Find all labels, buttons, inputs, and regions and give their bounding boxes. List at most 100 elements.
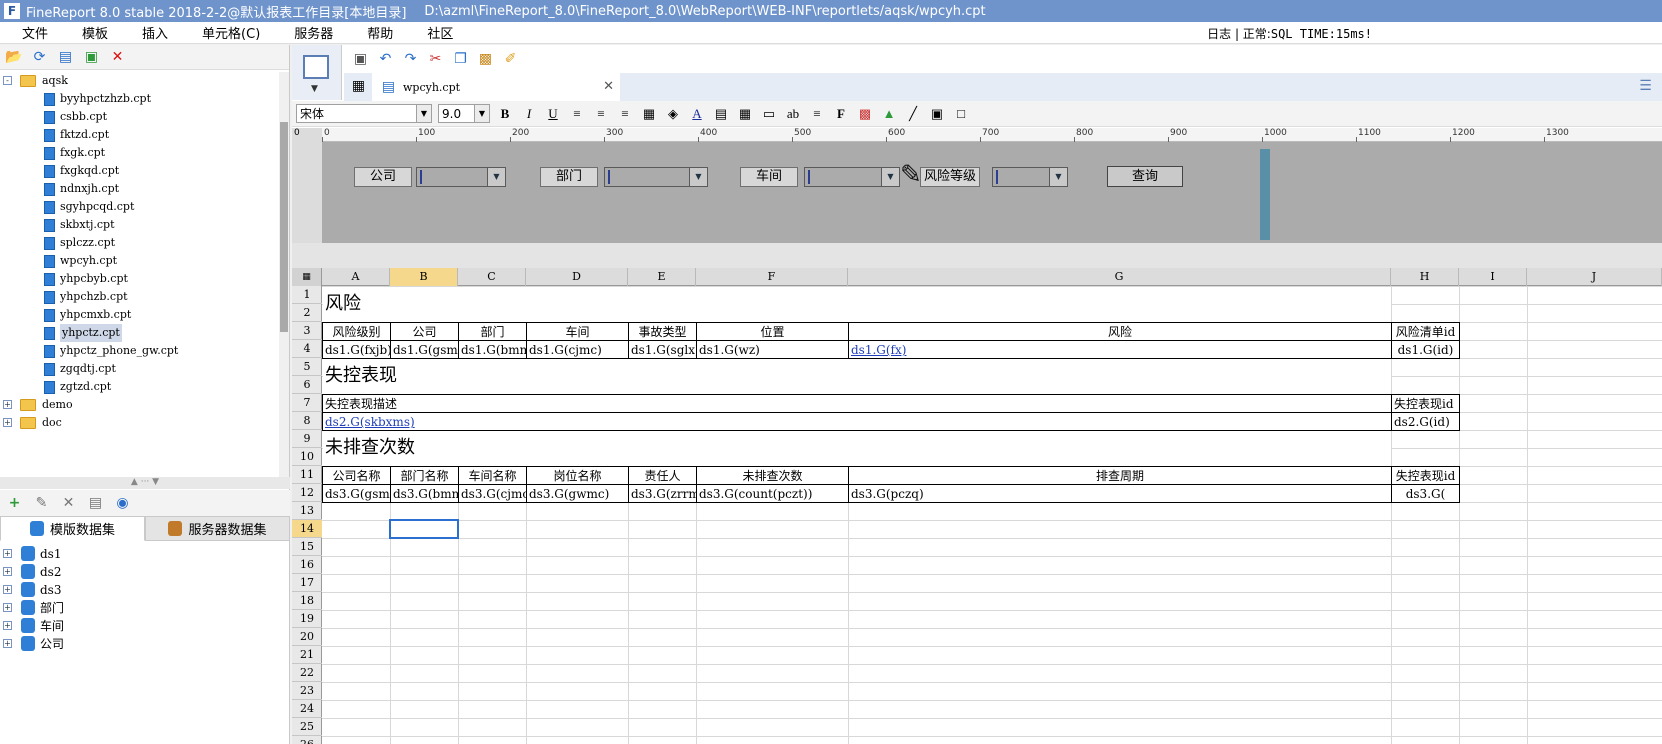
section-title-loss-of-control[interactable]: 失控表现 (323, 359, 1391, 394)
copy-icon[interactable]: ❐ (452, 51, 469, 68)
header-cell[interactable]: 风险清单id (1392, 323, 1459, 340)
menu-insert[interactable]: 插入 (130, 23, 180, 42)
data-cell[interactable]: ds1.G(id) (1392, 341, 1459, 358)
menu-file[interactable]: 文件 (10, 23, 60, 42)
row-header-11[interactable]: 11 (292, 466, 322, 484)
expand-icon[interactable]: + (3, 418, 12, 427)
data-cell[interactable]: ds1.G(cjmc) (527, 341, 628, 358)
merge-cells-icon[interactable]: ▤ (712, 105, 730, 123)
param-combo-company[interactable]: ▼ (416, 167, 506, 187)
pane-splitter[interactable]: ▲ ··· ▼ (0, 477, 290, 489)
data-cell[interactable]: ds1.G(fx) (849, 341, 1391, 358)
parameter-width-handle[interactable] (1260, 149, 1270, 240)
tree-scrollbar[interactable] (279, 72, 289, 477)
tree-folder-doc[interactable]: + doc (0, 414, 278, 432)
row-header-24[interactable]: 24 (292, 700, 322, 718)
row-header-10[interactable]: 10 (292, 448, 322, 466)
tab-wpcyh[interactable]: ▤ wpcyh.cpt ✕ (372, 73, 620, 101)
column-header-E[interactable]: E (628, 268, 696, 286)
data-cell[interactable]: ds1.G(wz) (697, 341, 848, 358)
refresh-icon[interactable]: ⟳ (31, 49, 48, 66)
tree-file[interactable]: sgyhpcqd.cpt (0, 198, 278, 216)
param-label-company[interactable]: 公司 (354, 167, 412, 187)
dataset-item[interactable]: + ds1 (0, 545, 290, 563)
format-brush-icon[interactable]: ✐ (502, 51, 519, 68)
row-header-4[interactable]: 4 (292, 340, 322, 358)
tree-file[interactable]: skbxtj.cpt (0, 216, 278, 234)
param-combo-department[interactable]: ▼ (604, 167, 708, 187)
tree-file[interactable]: fxgk.cpt (0, 144, 278, 162)
tree-file[interactable]: yhpctz.cpt (0, 324, 278, 342)
param-combo-risk-level[interactable]: ▼ (992, 167, 1068, 187)
bold-icon[interactable]: B (496, 105, 514, 123)
row-header-14[interactable]: 14 (292, 520, 322, 538)
formula-icon[interactable]: F (832, 105, 850, 123)
header-cell[interactable]: 失控表现id (1392, 395, 1459, 412)
log-button[interactable]: 日志 (1207, 27, 1231, 41)
delete-icon[interactable]: ✕ (109, 49, 126, 66)
redo-icon[interactable]: ↷ (402, 51, 419, 68)
image-icon[interactable]: ▲ (880, 105, 898, 123)
paste-icon[interactable]: ▩ (477, 51, 494, 68)
dataset-item[interactable]: + ds3 (0, 581, 290, 599)
column-header-I[interactable]: I (1459, 268, 1527, 286)
header-cell[interactable]: 排查周期 (849, 467, 1391, 484)
cut-icon[interactable]: ✂ (427, 51, 444, 68)
row-header-22[interactable]: 22 (292, 664, 322, 682)
grid-icon[interactable]: ▦ (350, 78, 367, 95)
data-cell[interactable]: ds1.G(sglx) (629, 341, 696, 358)
row-header-26[interactable]: 26 (292, 736, 322, 744)
row-header-3[interactable]: 3 (292, 322, 322, 340)
data-cell[interactable]: ds2.G(skbxms) (323, 413, 1391, 430)
header-cell[interactable]: 失控表现id (1392, 467, 1459, 484)
tree-file[interactable]: yhpctz_phone_gw.cpt (0, 342, 278, 360)
data-cell[interactable]: ds3.G(gsmc) (323, 485, 390, 502)
slash-icon[interactable]: ╱ (904, 105, 922, 123)
header-cell[interactable]: 未排查次数 (697, 467, 848, 484)
tree-folder-demo[interactable]: + demo (0, 396, 278, 414)
row-header-16[interactable]: 16 (292, 556, 322, 574)
row-header-21[interactable]: 21 (292, 646, 322, 664)
header-cell[interactable]: 事故类型 (629, 323, 696, 340)
preview-icon[interactable]: ▤ (87, 495, 104, 512)
row-header-23[interactable]: 23 (292, 682, 322, 700)
menu-cell[interactable]: 单元格(C) (190, 23, 272, 42)
row-header-13[interactable]: 13 (292, 502, 322, 520)
hidden-widget-icon[interactable]: ✎ (900, 160, 922, 190)
tree-file[interactable]: yhpcmxb.cpt (0, 306, 278, 324)
tab-menu-icon[interactable]: ☰ (1637, 78, 1654, 95)
tab-server-dataset[interactable]: 服务器数据集 (145, 516, 290, 541)
text-icon[interactable]: ab (784, 105, 802, 123)
row-header-9[interactable]: 9 (292, 430, 322, 448)
row-header-5[interactable]: 5 (292, 358, 322, 376)
column-header-C[interactable]: C (458, 268, 526, 286)
header-cell[interactable]: 部门名称 (391, 467, 458, 484)
param-label-department[interactable]: 部门 (540, 167, 598, 187)
query-button[interactable]: 查询 (1107, 166, 1183, 187)
row-header-25[interactable]: 25 (292, 718, 322, 736)
column-header-B[interactable]: B (390, 268, 458, 286)
tree-file[interactable]: yhpchzb.cpt (0, 288, 278, 306)
data-cell[interactable]: ds3.G(zrrmc (629, 485, 696, 502)
preview-button[interactable]: ▼ (292, 45, 342, 100)
header-cell[interactable]: 位置 (697, 323, 848, 340)
data-cell[interactable]: ds3.G(bmmc) (391, 485, 458, 502)
expand-icon[interactable]: + (3, 639, 12, 648)
tree-file[interactable]: wpcyh.cpt (0, 252, 278, 270)
chart-icon[interactable]: ▩ (856, 105, 874, 123)
expand-icon[interactable]: + (3, 585, 12, 594)
tree-file[interactable]: zgtzd.cpt (0, 378, 278, 396)
tree-file[interactable]: csbb.cpt (0, 108, 278, 126)
more-icon[interactable]: □ (952, 105, 970, 123)
param-combo-workshop[interactable]: ▼ (804, 167, 900, 187)
header-cell[interactable]: 岗位名称 (527, 467, 628, 484)
expand-icon[interactable]: + (3, 400, 12, 409)
align-right-icon[interactable]: ≡ (616, 105, 634, 123)
selected-cell[interactable] (389, 519, 459, 539)
font-color-icon[interactable]: A (688, 105, 706, 123)
column-header-F[interactable]: F (696, 268, 848, 286)
row-header-15[interactable]: 15 (292, 538, 322, 556)
row-header-8[interactable]: 8 (292, 412, 322, 430)
menu-community[interactable]: 社区 (415, 23, 465, 42)
data-cell[interactable]: ds3.G(pczq) (849, 485, 1391, 502)
